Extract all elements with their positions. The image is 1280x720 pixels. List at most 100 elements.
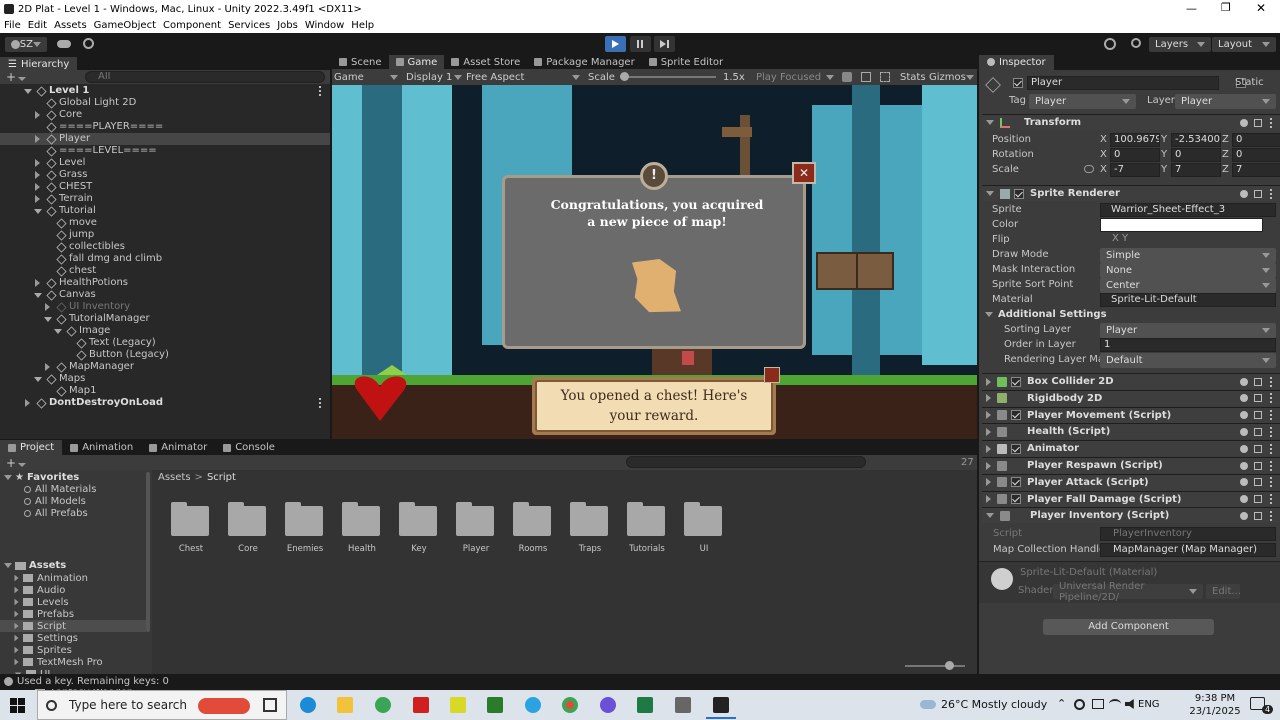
project-add-button[interactable]: +: [6, 456, 27, 470]
game-viewport[interactable]: ! ✕ Congratulations, you acquired a new …: [332, 85, 977, 439]
minimize-button[interactable]: —: [1186, 2, 1197, 15]
netflix-icon[interactable]: [413, 697, 429, 713]
play-focused-dropdown[interactable]: Play Focused: [756, 72, 834, 83]
kebab-icon[interactable]: [1270, 510, 1272, 521]
map-collection-handler-field[interactable]: MapManager (Map Manager): [1100, 543, 1276, 557]
file-explorer-icon[interactable]: [337, 697, 353, 713]
expand-arrow-icon[interactable]: [14, 634, 19, 642]
tab-console[interactable]: Console: [215, 440, 283, 455]
step-button[interactable]: [654, 36, 675, 52]
menu-services[interactable]: Services: [228, 20, 270, 31]
preset-icon[interactable]: [1254, 444, 1262, 453]
position-z-field[interactable]: 0: [1232, 133, 1280, 147]
help-icon[interactable]: [1240, 377, 1248, 386]
hierarchy-item[interactable]: UI Inventory: [0, 301, 330, 313]
expand-arrow-icon[interactable]: [14, 622, 19, 630]
live-icon[interactable]: [450, 697, 466, 713]
add-component-button[interactable]: Add Component: [1043, 619, 1214, 635]
hierarchy-item[interactable]: Tutorial: [0, 205, 330, 217]
gizmo-audio-icon[interactable]: [861, 72, 871, 82]
additional-settings-foldout[interactable]: Additional Settings: [985, 309, 1107, 320]
expand-arrow-icon[interactable]: [14, 598, 19, 606]
hierarchy-item[interactable]: Map1: [0, 385, 330, 397]
chrome-alt-icon[interactable]: [375, 697, 391, 713]
hierarchy-item[interactable]: jump: [0, 229, 330, 241]
expand-arrow-icon[interactable]: [34, 293, 42, 298]
component-enabled-checkbox[interactable]: [1011, 410, 1021, 421]
preset-icon[interactable]: [1254, 394, 1262, 403]
stats-toggle[interactable]: Stats: [900, 72, 926, 83]
folder-tile[interactable]: Player: [456, 502, 496, 556]
folder-tile[interactable]: Tutorials: [627, 502, 667, 556]
kebab-icon[interactable]: [1270, 376, 1272, 387]
tab-asset-store[interactable]: Asset Store: [444, 55, 527, 69]
hierarchy-item[interactable]: collectibles: [0, 241, 330, 253]
component-player-fall-damage-script[interactable]: Player Fall Damage (Script): [982, 490, 1280, 507]
layout-dropdown[interactable]: Layout: [1212, 37, 1276, 52]
edge-icon[interactable]: [300, 697, 316, 713]
project-search-input[interactable]: [626, 456, 866, 468]
favorite-item[interactable]: All Prefabs: [24, 508, 88, 519]
cloud-icon[interactable]: [57, 40, 71, 48]
asset-folder-item[interactable]: Sprites: [0, 644, 146, 656]
sprite-renderer-sprite-sort-point-field[interactable]: Center: [1100, 278, 1276, 293]
expand-arrow-icon[interactable]: [14, 574, 19, 582]
folder-tile[interactable]: Health: [342, 502, 382, 556]
hierarchy-item[interactable]: Image: [0, 325, 330, 337]
collapse-arrow-icon[interactable]: [35, 159, 40, 167]
hierarchy-item[interactable]: Global Light 2D: [0, 97, 330, 109]
help-icon[interactable]: [1240, 478, 1248, 487]
expand-arrow-icon[interactable]: [24, 89, 32, 94]
help-icon[interactable]: [1240, 495, 1248, 504]
menu-component[interactable]: Component: [163, 20, 221, 31]
position-y-field[interactable]: -2.534004: [1171, 133, 1221, 147]
collapse-arrow-icon[interactable]: [986, 411, 991, 420]
gizmos-dropdown[interactable]: Gizmos: [929, 72, 974, 83]
close-window-button[interactable]: ✕: [1256, 1, 1266, 15]
expand-arrow-icon[interactable]: [34, 209, 42, 214]
kebab-icon[interactable]: [1270, 494, 1272, 505]
tab-game[interactable]: Game: [388, 55, 445, 69]
component-enabled-checkbox[interactable]: [1011, 477, 1021, 488]
excel-icon[interactable]: [637, 697, 653, 713]
asset-folder-item[interactable]: Script: [0, 620, 146, 632]
zoom-slider[interactable]: [905, 661, 965, 670]
task-view-icon[interactable]: [263, 698, 277, 712]
folder-tile[interactable]: UI: [684, 502, 724, 556]
kebab-icon[interactable]: [1270, 443, 1272, 454]
sprite-renderer-flip-field[interactable]: X Y: [1100, 233, 1276, 247]
game-mode-dropdown[interactable]: Game: [334, 72, 398, 83]
volume-icon[interactable]: [1125, 699, 1134, 709]
collapse-arrow-icon[interactable]: [986, 461, 991, 470]
collapse-arrow-icon[interactable]: [45, 363, 50, 371]
tab-package-manager[interactable]: Package Manager: [527, 55, 641, 69]
discord-icon[interactable]: [600, 697, 616, 713]
menu-jobs[interactable]: Jobs: [277, 20, 298, 31]
asset-folder-item[interactable]: TextMesh Pro: [0, 656, 146, 668]
kebab-icon[interactable]: [1270, 477, 1272, 488]
collapse-arrow-icon[interactable]: [986, 478, 991, 487]
collapse-arrow-icon[interactable]: [45, 303, 50, 311]
object-name-field[interactable]: Player: [1027, 76, 1219, 90]
collapse-arrow-icon[interactable]: [986, 495, 991, 504]
help-icon[interactable]: [1240, 394, 1248, 403]
telegram-icon[interactable]: [525, 697, 541, 713]
collapse-arrow-icon[interactable]: [35, 279, 40, 287]
rotation-x-field[interactable]: 0: [1110, 148, 1160, 162]
aspect-dropdown[interactable]: Free Aspect: [466, 72, 580, 83]
preset-icon[interactable]: [1254, 495, 1262, 504]
kebab-icon[interactable]: [1270, 426, 1272, 437]
tab-project[interactable]: Project: [0, 440, 63, 455]
expand-arrow-icon[interactable]: [14, 610, 19, 618]
folder-tile[interactable]: Enemies: [285, 502, 325, 556]
shader-edit-button[interactable]: Edit...: [1206, 584, 1241, 599]
unity-hub-icon[interactable]: [675, 697, 691, 713]
breadcrumb-assets[interactable]: Assets: [158, 472, 191, 483]
hierarchy-item[interactable]: Grass: [0, 169, 330, 181]
collapse-arrow-icon[interactable]: [986, 394, 991, 403]
hierarchy-item[interactable]: ====LEVEL====: [0, 145, 330, 157]
asset-folder-item[interactable]: Settings: [0, 632, 146, 644]
folder-tile[interactable]: Chest: [171, 502, 211, 556]
account-dropdown[interactable]: SZ: [5, 37, 47, 52]
help-icon[interactable]: [1240, 427, 1248, 436]
